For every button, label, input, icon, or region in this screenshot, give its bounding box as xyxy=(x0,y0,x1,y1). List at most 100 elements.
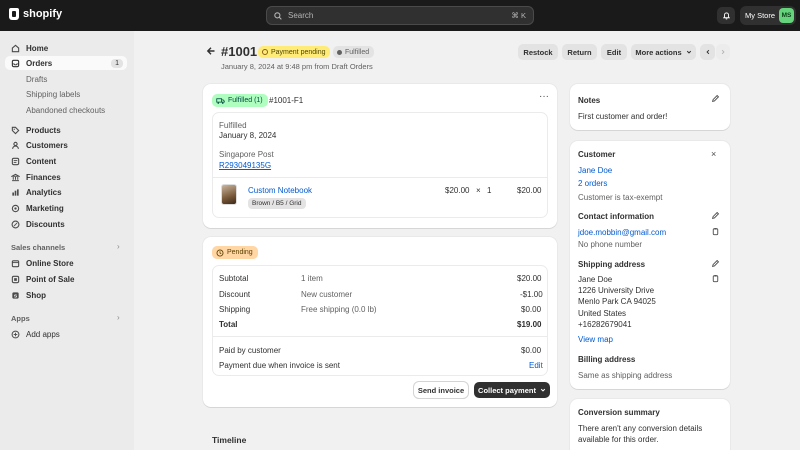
sidebar-item-finances[interactable]: Finances xyxy=(5,170,127,184)
fulfillment-status-label: Fulfilled xyxy=(219,121,247,130)
shipping-address-heading: Shipping address xyxy=(578,260,646,269)
discount-amount: -$1.00 xyxy=(520,290,543,299)
sidebar-item-point-of-sale[interactable]: Point of Sale xyxy=(5,272,127,286)
storefront-icon xyxy=(11,259,20,268)
edit-pencil-icon[interactable] xyxy=(711,259,720,268)
fulfillment-id: #1001-F1 xyxy=(269,96,304,105)
sidebar-item-shipping-labels[interactable]: Shipping labels xyxy=(5,87,127,101)
view-map-link[interactable]: View map xyxy=(578,335,613,344)
edit-pencil-icon[interactable] xyxy=(711,211,720,220)
total-amount: $19.00 xyxy=(517,320,542,329)
home-icon xyxy=(11,44,20,53)
sidebar-item-marketing[interactable]: Marketing xyxy=(5,201,127,215)
shipping-desc: Free shipping (0.0 lb) xyxy=(301,305,377,314)
chevron-left-icon xyxy=(705,49,709,55)
item-total: $20.00 xyxy=(517,186,542,195)
chevron-right-icon xyxy=(721,49,725,55)
sidebar-item-add-apps[interactable]: Add apps xyxy=(5,327,127,341)
sidebar-item-shop[interactable]: S Shop xyxy=(5,288,127,302)
edit-pencil-icon[interactable] xyxy=(711,94,720,103)
edit-button[interactable]: Edit xyxy=(601,44,627,60)
copy-icon[interactable] xyxy=(711,227,720,236)
restock-button[interactable]: Restock xyxy=(518,44,558,60)
customer-email-link[interactable]: jdoe.mobbin@gmail.com xyxy=(578,228,666,237)
search-icon xyxy=(274,11,282,20)
sidebar-item-orders[interactable]: Orders 1 xyxy=(5,56,127,70)
sidebar: Home Orders 1 Drafts Shipping labels Aba… xyxy=(0,31,134,450)
address-line: Jane Doe xyxy=(578,275,613,284)
subtotal-desc: 1 item xyxy=(301,274,323,283)
paid-by-customer-label: Paid by customer xyxy=(219,346,281,355)
shop-icon: S xyxy=(11,291,20,300)
sidebar-item-discounts[interactable]: Discounts xyxy=(5,217,127,231)
notes-heading: Notes xyxy=(578,96,601,105)
fulfillment-more-icon[interactable]: ··· xyxy=(539,91,549,102)
subtotal-label: Subtotal xyxy=(219,274,249,283)
billing-address-heading: Billing address xyxy=(578,355,636,364)
copy-icon[interactable] xyxy=(711,274,720,283)
truck-icon xyxy=(216,97,225,104)
sidebar-item-products[interactable]: Products xyxy=(5,123,127,137)
store-menu-button[interactable]: My Store MS xyxy=(740,6,796,25)
customer-phone: No phone number xyxy=(578,240,643,249)
times-sign: × xyxy=(476,186,481,195)
close-icon[interactable]: × xyxy=(711,149,716,159)
payment-due-edit-link[interactable]: Edit xyxy=(529,361,543,370)
sales-channels-chevron-icon[interactable]: › xyxy=(117,242,120,251)
bell-icon xyxy=(722,12,730,20)
pending-dot-icon xyxy=(262,49,268,55)
address-phone: +16282679041 xyxy=(578,320,632,329)
payment-due-label: Payment due when invoice is sent xyxy=(219,361,340,370)
notes-card xyxy=(570,84,730,130)
search-shortcut: ⌘ K xyxy=(511,11,526,20)
orders-count-badge: 1 xyxy=(111,58,123,68)
payment-status-badge: Payment pending xyxy=(258,46,331,58)
sidebar-item-abandoned-checkouts[interactable]: Abandoned checkouts xyxy=(5,103,127,117)
sidebar-item-drafts[interactable]: Drafts xyxy=(5,72,127,86)
total-label: Total xyxy=(219,320,238,329)
back-arrow-icon[interactable] xyxy=(206,45,216,57)
customer-name-link[interactable]: Jane Doe xyxy=(578,166,612,175)
product-name-link[interactable]: Custom Notebook xyxy=(248,186,312,195)
paid-by-customer-amount: $0.00 xyxy=(521,346,542,355)
sidebar-item-home[interactable]: Home xyxy=(5,41,127,55)
notes-text: First customer and order! xyxy=(578,112,668,121)
collect-payment-button[interactable]: Collect payment xyxy=(474,382,550,398)
sidebar-item-analytics[interactable]: Analytics xyxy=(5,185,127,199)
add-circle-icon xyxy=(11,330,20,339)
bank-icon xyxy=(11,173,20,182)
send-invoice-button[interactable]: Send invoice xyxy=(414,382,468,398)
customer-orders-link[interactable]: 2 orders xyxy=(578,179,607,188)
address-line: Menlo Park CA 94025 xyxy=(578,297,656,306)
tag-icon xyxy=(11,126,20,135)
sidebar-item-online-store[interactable]: Online Store xyxy=(5,256,127,270)
next-order-button[interactable] xyxy=(716,44,730,60)
store-avatar: MS xyxy=(779,8,794,23)
customer-tax-status: Customer is tax-exempt xyxy=(578,193,663,202)
previous-order-button[interactable] xyxy=(700,44,715,60)
content-icon xyxy=(11,157,20,166)
clock-icon xyxy=(216,249,224,256)
variant-tag: Brown / B5 / Grid xyxy=(248,198,306,209)
chevron-down-icon xyxy=(540,388,546,392)
tracking-number-link[interactable]: R293049135G xyxy=(219,161,271,170)
apps-heading: Apps xyxy=(11,314,30,323)
shopify-logo[interactable]: shopify xyxy=(9,8,62,20)
fulfilled-badge: Fulfilled (1) xyxy=(212,94,268,107)
more-actions-button[interactable]: More actions xyxy=(631,44,696,60)
address-line: 1226 University Drive xyxy=(578,286,655,295)
address-line: United States xyxy=(578,309,627,318)
target-icon xyxy=(11,204,20,213)
sidebar-item-content[interactable]: Content xyxy=(5,154,127,168)
apps-chevron-icon[interactable]: › xyxy=(117,313,120,322)
item-price: $20.00 xyxy=(445,186,470,195)
product-thumbnail[interactable] xyxy=(221,184,237,205)
search-input[interactable]: Search ⌘ K xyxy=(266,6,534,25)
shopify-bag-icon xyxy=(9,8,19,20)
conversion-summary-text: available for this order. xyxy=(578,435,659,444)
sidebar-item-customers[interactable]: Customers xyxy=(5,138,127,152)
divider xyxy=(213,177,547,178)
subtotal-amount: $20.00 xyxy=(517,274,542,283)
return-button[interactable]: Return xyxy=(562,44,597,60)
notifications-button[interactable] xyxy=(717,7,735,24)
